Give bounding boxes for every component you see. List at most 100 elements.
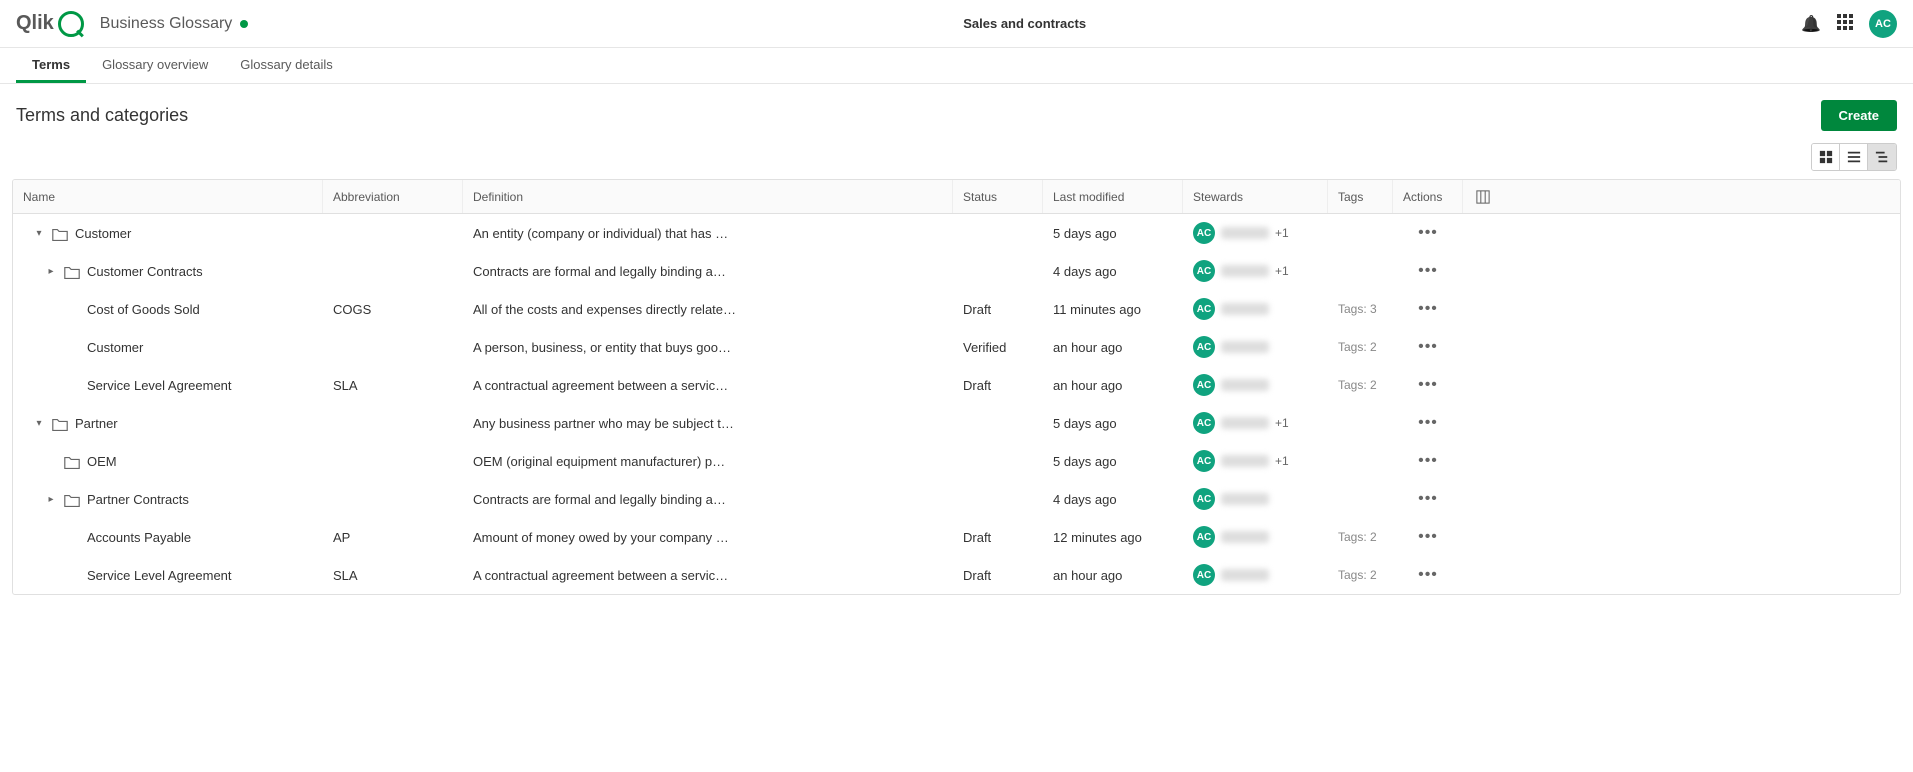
tags-cell xyxy=(1328,480,1393,518)
row-spacer xyxy=(1463,366,1503,404)
notifications-icon[interactable] xyxy=(1801,14,1821,34)
name-cell: ▾Partner xyxy=(13,404,323,442)
more-actions-button[interactable]: ••• xyxy=(1418,490,1438,508)
steward-name-blurred xyxy=(1221,493,1269,505)
more-actions-button[interactable]: ••• xyxy=(1418,224,1438,242)
abbreviation-cell: SLA xyxy=(323,556,463,594)
actions-cell: ••• xyxy=(1393,480,1463,518)
tags-cell xyxy=(1328,442,1393,480)
col-actions[interactable]: Actions xyxy=(1393,180,1463,213)
steward-avatar[interactable]: AC xyxy=(1193,564,1215,586)
column-settings-button[interactable] xyxy=(1463,180,1503,213)
column-settings-icon xyxy=(1476,190,1490,204)
steward-name-blurred xyxy=(1221,455,1269,467)
table-row[interactable]: ▾Partner Any business partner who may be … xyxy=(13,404,1900,442)
name-cell: Accounts Payable xyxy=(13,518,323,556)
more-actions-button[interactable]: ••• xyxy=(1418,452,1438,470)
chevron-down-icon[interactable]: ▾ xyxy=(33,228,45,239)
col-tags[interactable]: Tags xyxy=(1328,180,1393,213)
steward-avatar[interactable]: AC xyxy=(1193,336,1215,358)
more-actions-button[interactable]: ••• xyxy=(1418,376,1438,394)
more-actions-button[interactable]: ••• xyxy=(1418,262,1438,280)
table-row[interactable]: CustomerA person, business, or entity th… xyxy=(13,328,1900,366)
row-name: Customer Contracts xyxy=(87,264,203,279)
actions-cell: ••• xyxy=(1393,518,1463,556)
steward-avatar[interactable]: AC xyxy=(1193,260,1215,282)
view-tree-button[interactable] xyxy=(1868,144,1896,170)
stewards-cell: AC+1 xyxy=(1183,404,1328,442)
tab-glossary-overview[interactable]: Glossary overview xyxy=(86,48,224,83)
tags-cell: Tags: 2 xyxy=(1328,366,1393,404)
folder-icon xyxy=(51,226,69,240)
status-cell xyxy=(953,214,1043,252)
stewards-cell: AC xyxy=(1183,556,1328,594)
col-last-modified[interactable]: Last modified xyxy=(1043,180,1183,213)
view-list-button[interactable] xyxy=(1840,144,1868,170)
row-spacer xyxy=(1463,290,1503,328)
view-grid-button[interactable] xyxy=(1812,144,1840,170)
steward-avatar[interactable]: AC xyxy=(1193,222,1215,244)
steward-avatar[interactable]: AC xyxy=(1193,526,1215,548)
tab-terms[interactable]: Terms xyxy=(16,48,86,83)
app-launcher-icon[interactable] xyxy=(1835,14,1855,34)
row-spacer xyxy=(1463,480,1503,518)
table-row[interactable]: ▸Partner ContractsContracts are formal a… xyxy=(13,480,1900,518)
status-cell: Verified xyxy=(953,328,1043,366)
row-spacer xyxy=(1463,252,1503,290)
name-cell: Cost of Goods Sold xyxy=(13,290,323,328)
more-actions-button[interactable]: ••• xyxy=(1418,566,1438,584)
actions-cell: ••• xyxy=(1393,328,1463,366)
name-cell: Customer xyxy=(13,328,323,366)
chevron-right-icon[interactable]: ▸ xyxy=(45,494,57,505)
folder-icon xyxy=(63,454,81,468)
status-cell xyxy=(953,252,1043,290)
more-actions-button[interactable]: ••• xyxy=(1418,338,1438,356)
chevron-down-icon[interactable]: ▾ xyxy=(33,418,45,429)
more-actions-button[interactable]: ••• xyxy=(1418,300,1438,318)
grid-header-row: Name Abbreviation Definition Status Last… xyxy=(13,180,1900,214)
definition-cell: Any business partner who may be subject … xyxy=(463,404,953,442)
tags-cell xyxy=(1328,214,1393,252)
col-name[interactable]: Name xyxy=(13,180,323,213)
table-row[interactable]: Accounts PayableAPAmount of money owed b… xyxy=(13,518,1900,556)
steward-avatar[interactable]: AC xyxy=(1193,298,1215,320)
actions-cell: ••• xyxy=(1393,404,1463,442)
table-row[interactable]: OEMOEM (original equipment manufacturer)… xyxy=(13,442,1900,480)
abbreviation-cell: SLA xyxy=(323,366,463,404)
stewards-cell: AC+1 xyxy=(1183,214,1328,252)
modified-cell: 5 days ago xyxy=(1043,404,1183,442)
modified-cell: 5 days ago xyxy=(1043,442,1183,480)
more-actions-button[interactable]: ••• xyxy=(1418,414,1438,432)
user-avatar[interactable]: AC xyxy=(1869,10,1897,38)
table-row[interactable]: Cost of Goods SoldCOGSAll of the costs a… xyxy=(13,290,1900,328)
table-row[interactable]: Service Level AgreementSLAA contractual … xyxy=(13,556,1900,594)
actions-cell: ••• xyxy=(1393,366,1463,404)
steward-name-blurred xyxy=(1221,379,1269,391)
row-spacer xyxy=(1463,328,1503,366)
row-name: Service Level Agreement xyxy=(87,568,232,583)
table-row[interactable]: ▾CustomerAn entity (company or individua… xyxy=(13,214,1900,252)
col-status[interactable]: Status xyxy=(953,180,1043,213)
chevron-right-icon[interactable]: ▸ xyxy=(45,266,57,277)
steward-name-blurred xyxy=(1221,569,1269,581)
abbreviation-cell: COGS xyxy=(323,290,463,328)
stewards-cell: AC xyxy=(1183,366,1328,404)
steward-avatar[interactable]: AC xyxy=(1193,374,1215,396)
steward-avatar[interactable]: AC xyxy=(1193,488,1215,510)
status-cell xyxy=(953,442,1043,480)
col-abbreviation[interactable]: Abbreviation xyxy=(323,180,463,213)
col-stewards[interactable]: Stewards xyxy=(1183,180,1328,213)
more-actions-button[interactable]: ••• xyxy=(1418,528,1438,546)
table-row[interactable]: ▸Customer ContractsContracts are formal … xyxy=(13,252,1900,290)
tab-glossary-details[interactable]: Glossary details xyxy=(224,48,348,83)
col-definition[interactable]: Definition xyxy=(463,180,953,213)
steward-avatar[interactable]: AC xyxy=(1193,450,1215,472)
steward-avatar[interactable]: AC xyxy=(1193,412,1215,434)
table-row[interactable]: Service Level AgreementSLAA contractual … xyxy=(13,366,1900,404)
modified-cell: 4 days ago xyxy=(1043,252,1183,290)
create-button[interactable]: Create xyxy=(1821,100,1897,131)
name-cell: Service Level Agreement xyxy=(13,556,323,594)
stewards-cell: AC xyxy=(1183,518,1328,556)
product-logo[interactable]: Qlik xyxy=(16,11,84,37)
row-spacer xyxy=(1463,404,1503,442)
